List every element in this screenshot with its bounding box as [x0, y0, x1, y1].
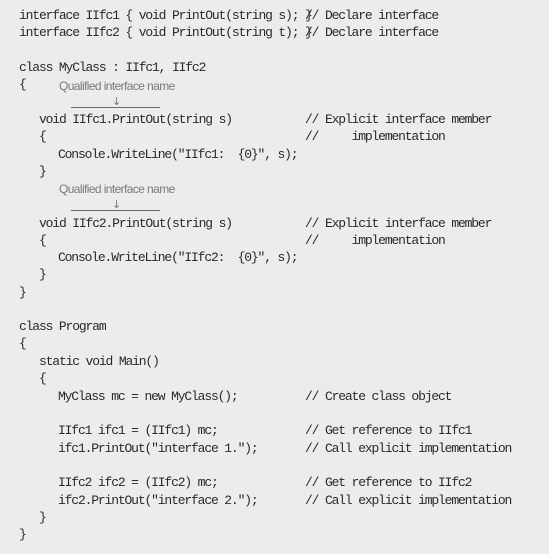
code-line-open-brace-program: { — [19, 336, 27, 351]
annotation-underline-1 — [71, 107, 160, 108]
code-line-iifc2-printout: void IIfc2.PrintOut(string s) — [39, 216, 233, 231]
code-line-writeline-iifc2: Console.WriteLine("IIfc2: {0}", s); — [58, 250, 299, 265]
annotation-qualified-interface-name-1: Qualified interface name — [59, 79, 175, 93]
comment-explicit-member-2: // Explicit interface member — [305, 216, 492, 231]
code-line-close-brace-program: } — [19, 527, 27, 542]
code-line-interface-iifc2: interface IIfc2 { void PrintOut(string t… — [19, 25, 313, 40]
down-arrow-icon: ↓ — [112, 198, 122, 211]
code-line-close-brace-main: } — [39, 510, 47, 525]
comment-call-explicit-2: // Call explicit implementation — [305, 493, 512, 508]
comment-get-reference-iifc2: // Get reference to IIfc2 — [305, 475, 472, 490]
comment-implementation-2: // implementation — [305, 233, 446, 248]
comment-declare-interface-2: // Declare interface — [305, 25, 439, 40]
code-line-ifc2-printout: ifc2.PrintOut("interface 2."); — [58, 493, 259, 508]
code-line-iifc1-ifc1: IIfc1 ifc1 = (IIfc1) mc; — [58, 423, 219, 438]
comment-get-reference-iifc1: // Get reference to IIfc1 — [305, 423, 472, 438]
code-line-iifc1-printout: void IIfc1.PrintOut(string s) — [39, 112, 233, 127]
code-line-ifc1-printout: ifc1.PrintOut("interface 1."); — [58, 441, 259, 456]
annotation-qualified-interface-name-2: Qualified interface name — [59, 182, 175, 196]
comment-implementation-1: // implementation — [305, 129, 446, 144]
code-line-static-void-main: static void Main() — [39, 354, 160, 369]
code-line-myclass-mc: MyClass mc = new MyClass(); — [58, 389, 239, 404]
annotation-underline-2 — [71, 210, 160, 211]
code-line-close-brace-1: } — [39, 164, 47, 179]
comment-declare-interface-1: // Declare interface — [305, 8, 439, 23]
code-line-open-brace-2: { — [39, 233, 47, 248]
comment-call-explicit-1: // Call explicit implementation — [305, 441, 512, 456]
code-line-open-brace-1: { — [39, 129, 47, 144]
code-line-iifc2-ifc2: IIfc2 ifc2 = (IIfc2) mc; — [58, 475, 219, 490]
code-line-close-brace-myclass: } — [19, 285, 27, 300]
code-line-close-brace-2: } — [39, 267, 47, 282]
code-line-open-brace-main: { — [39, 371, 47, 386]
comment-explicit-member-1: // Explicit interface member — [305, 112, 492, 127]
code-line-open-brace-myclass: { — [19, 77, 27, 92]
code-line-interface-iifc1: interface IIfc1 { void PrintOut(string s… — [19, 8, 313, 23]
code-line-class-myclass: class MyClass : IIfc1, IIfc2 — [19, 60, 206, 75]
down-arrow-icon: ↓ — [112, 95, 122, 108]
code-line-writeline-iifc1: Console.WriteLine("IIfc1: {0}", s); — [58, 147, 299, 162]
code-line-class-program: class Program — [19, 319, 107, 334]
comment-create-class-object: // Create class object — [305, 389, 452, 404]
